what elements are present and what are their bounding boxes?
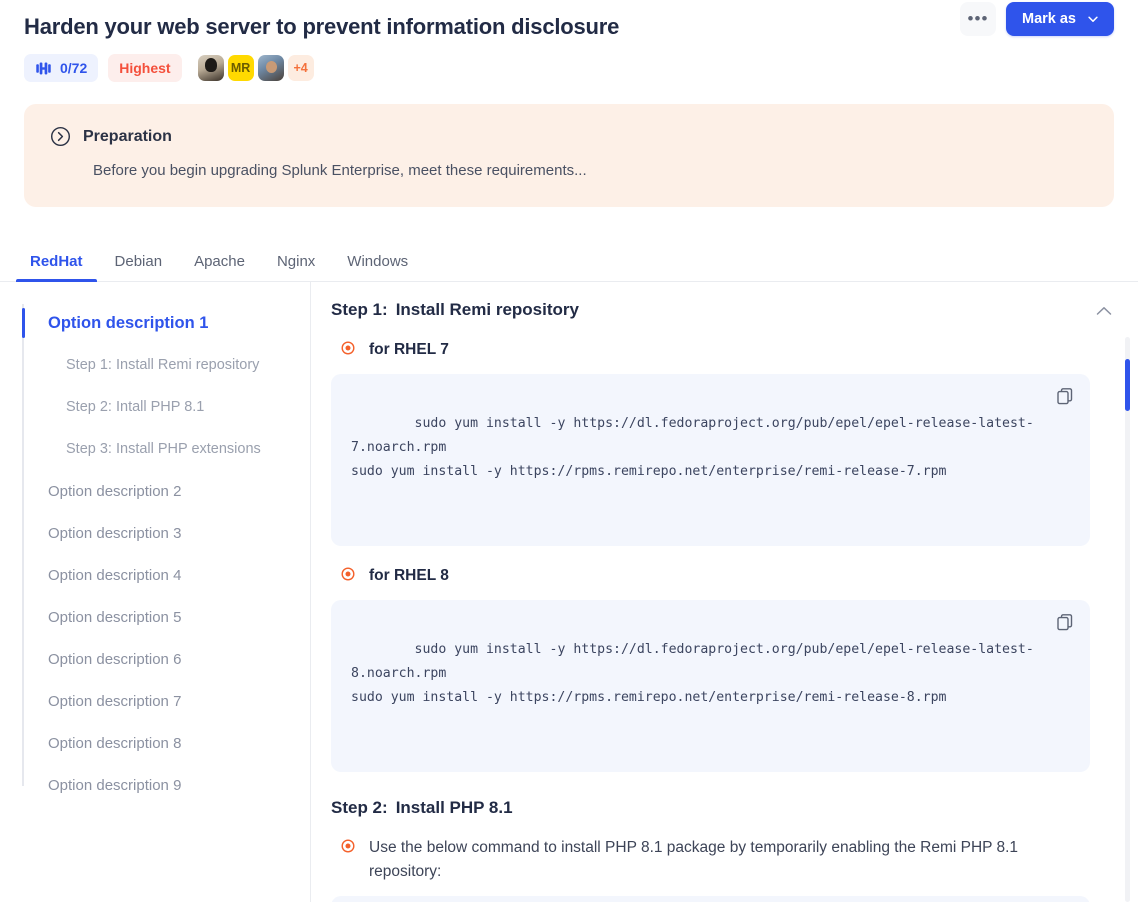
code-block-php81[interactable]: sudo yum install -y --enablerepo=remi-ph… <box>331 896 1090 902</box>
step-2-title: Install PHP 8.1 <box>395 798 513 817</box>
target-dot-icon <box>341 567 355 586</box>
body-split: Option description 1 Step 1: Install Rem… <box>0 282 1138 902</box>
callout-header: Preparation <box>50 126 1088 147</box>
outline-subitem-step-1[interactable]: Step 1: Install Remi repository <box>22 344 310 386</box>
assignee-avatars: MR +4 <box>197 55 314 81</box>
tab-windows[interactable]: Windows <box>333 253 422 281</box>
outline-item-label: Option description 7 <box>48 692 182 710</box>
tab-redhat[interactable]: RedHat <box>16 253 97 282</box>
target-dot-icon <box>341 341 355 360</box>
priority-label: Highest <box>119 60 171 76</box>
tab-nginx[interactable]: Nginx <box>263 253 329 281</box>
outline-item-option-3[interactable]: Option description 3 <box>22 512 310 554</box>
callout-title: Preparation <box>83 127 172 145</box>
outline-item-label: Option description 3 <box>48 524 182 542</box>
step-content: Step 1: Install Remi repository for RHEL… <box>311 282 1138 902</box>
chevron-circle-right-icon <box>51 127 70 146</box>
outline-item-label: Option description 4 <box>48 566 182 584</box>
step-1-number: Step 1: <box>331 300 388 319</box>
target-dot-icon <box>341 839 355 858</box>
task-detail-page: Harden your web server to prevent inform… <box>0 0 1138 914</box>
tab-debian[interactable]: Debian <box>101 253 177 281</box>
tab-apache[interactable]: Apache <box>180 253 259 281</box>
avatar-initials: MR <box>230 61 251 75</box>
header-actions: ••• Mark as <box>959 2 1114 36</box>
outline-subitem-label: Step 2: Intall PHP 8.1 <box>66 399 205 415</box>
chevron-down-icon <box>1088 16 1098 22</box>
copy-button[interactable] <box>1019 613 1074 631</box>
outline-item-option-9[interactable]: Option description 9 <box>22 764 310 806</box>
rhel8-bullet: for RHEL 8 <box>341 564 1090 588</box>
outline-subitem-label: Step 3: Install PHP extensions <box>66 441 261 457</box>
mark-as-label: Mark as <box>1021 11 1076 27</box>
page-title: Harden your web server to prevent inform… <box>24 14 620 39</box>
copy-icon <box>1057 614 1073 631</box>
outline-item-label: Option description 2 <box>48 482 182 500</box>
step2-note-1: Use the below command to install PHP 8.1… <box>341 836 1090 884</box>
badge-row: 0/72 Highest MR +4 <box>24 54 1114 82</box>
outline-item-option-5[interactable]: Option description 5 <box>22 596 310 638</box>
more-options-button[interactable]: ••• <box>959 2 996 36</box>
copy-button[interactable] <box>1019 387 1074 405</box>
outline-subitem-step-2[interactable]: Step 2: Intall PHP 8.1 <box>22 386 310 428</box>
code-text: sudo yum install -y https://dl.fedorapro… <box>351 642 1034 705</box>
outline-item-label: Option description 6 <box>48 650 182 668</box>
code-text: sudo yum install -y https://dl.fedorapro… <box>351 416 1034 479</box>
code-block-rhel8[interactable]: sudo yum install -y https://dl.fedorapro… <box>331 600 1090 772</box>
copy-icon <box>1057 388 1073 405</box>
outline-subitem-step-3[interactable]: Step 3: Install PHP extensions <box>22 428 310 470</box>
avatar[interactable] <box>197 55 224 81</box>
mark-as-button[interactable]: Mark as <box>1005 2 1114 36</box>
code-block-rhel7[interactable]: sudo yum install -y https://dl.fedorapro… <box>331 374 1090 546</box>
step-1-heading: Step 1: Install Remi repository <box>331 300 1090 320</box>
step2-note-1-text: Use the below command to install PHP 8.1… <box>369 839 1019 880</box>
step-2-number: Step 2: <box>331 798 388 817</box>
rhel7-label: for RHEL 7 <box>369 341 449 358</box>
priority-badge[interactable]: Highest <box>108 54 182 82</box>
content-scrollbar-thumb[interactable] <box>1125 359 1130 411</box>
avatar-overflow[interactable]: +4 <box>287 55 314 81</box>
outline-item-option-6[interactable]: Option description 6 <box>22 638 310 680</box>
ellipsis-icon: ••• <box>967 9 989 28</box>
step-1-title: Install Remi repository <box>395 300 579 319</box>
outline-item-option-1[interactable]: Option description 1 <box>22 302 310 344</box>
outline-item-label: Option description 5 <box>48 608 182 626</box>
outline-item-label: Option description 8 <box>48 734 182 752</box>
outline-item-label: Option description 1 <box>48 313 209 332</box>
avatar-overflow-label: +4 <box>293 61 308 75</box>
status-badge-progress[interactable]: 0/72 <box>24 54 99 82</box>
outline-list: Option description 1 Step 1: Install Rem… <box>0 302 310 806</box>
outline-item-option-7[interactable]: Option description 7 <box>22 680 310 722</box>
rhel8-label: for RHEL 8 <box>369 567 449 584</box>
progress-value: 0/72 <box>60 60 88 76</box>
platform-tabs: RedHat Debian Apache Nginx Windows <box>0 239 1138 282</box>
content-scrollbar-track[interactable] <box>1125 337 1130 902</box>
rhel7-bullet: for RHEL 7 <box>341 338 1090 362</box>
avatar[interactable] <box>257 55 284 81</box>
preparation-callout[interactable]: Preparation Before you begin upgrading S… <box>24 104 1114 207</box>
outline-item-option-4[interactable]: Option description 4 <box>22 554 310 596</box>
collapse-section-button[interactable] <box>1092 300 1116 323</box>
subtasks-icon <box>36 62 51 74</box>
outline-sidebar: Option description 1 Step 1: Install Rem… <box>0 282 311 902</box>
page-header: Harden your web server to prevent inform… <box>0 0 1138 82</box>
outline-item-label: Option description 9 <box>48 776 182 794</box>
avatar[interactable]: MR <box>227 55 254 81</box>
outline-subitem-label: Step 1: Install Remi repository <box>66 357 260 373</box>
title-row: Harden your web server to prevent inform… <box>24 0 1114 42</box>
chevron-up-icon <box>1096 307 1112 315</box>
outline-item-option-8[interactable]: Option description 8 <box>22 722 310 764</box>
outline-item-option-2[interactable]: Option description 2 <box>22 470 310 512</box>
step-2-heading: Step 2: Install PHP 8.1 <box>331 798 1090 818</box>
callout-body: Before you begin upgrading Splunk Enterp… <box>93 162 587 179</box>
